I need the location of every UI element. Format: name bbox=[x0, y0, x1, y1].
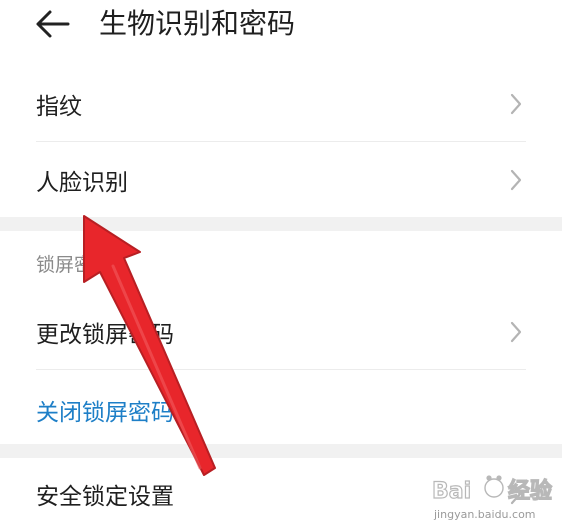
fingerprint-item[interactable]: 指纹 bbox=[0, 68, 562, 140]
header-bar: 生物识别和密码 bbox=[0, 0, 562, 56]
face-recognition-item[interactable]: 人脸识别 bbox=[0, 144, 562, 216]
disable-lock-password-item[interactable]: 关闭锁屏密码 bbox=[0, 374, 562, 446]
fingerprint-label: 指纹 bbox=[36, 94, 82, 120]
change-lock-password-label: 更改锁屏密码 bbox=[36, 322, 174, 348]
security-lock-settings-label: 安全锁定设置 bbox=[36, 484, 174, 510]
chevron-right-icon bbox=[510, 169, 522, 191]
divider bbox=[36, 141, 526, 142]
chevron-right-icon bbox=[510, 321, 522, 343]
section-title-lock-screen: 锁屏密码 bbox=[36, 254, 113, 276]
chevron-right-icon bbox=[510, 93, 522, 115]
face-recognition-label: 人脸识别 bbox=[36, 170, 128, 196]
divider bbox=[36, 369, 526, 370]
security-lock-settings-item[interactable]: 安全锁定设置 bbox=[0, 458, 562, 530]
chevron-right-icon bbox=[510, 483, 522, 505]
arrow-left-icon bbox=[36, 10, 70, 38]
page-title: 生物识别和密码 bbox=[99, 7, 296, 40]
section-separator bbox=[0, 444, 562, 458]
change-lock-password-item[interactable]: 更改锁屏密码 bbox=[0, 296, 562, 368]
disable-lock-password-label: 关闭锁屏密码 bbox=[36, 400, 174, 426]
back-button[interactable] bbox=[30, 4, 74, 44]
section-separator bbox=[0, 217, 562, 231]
